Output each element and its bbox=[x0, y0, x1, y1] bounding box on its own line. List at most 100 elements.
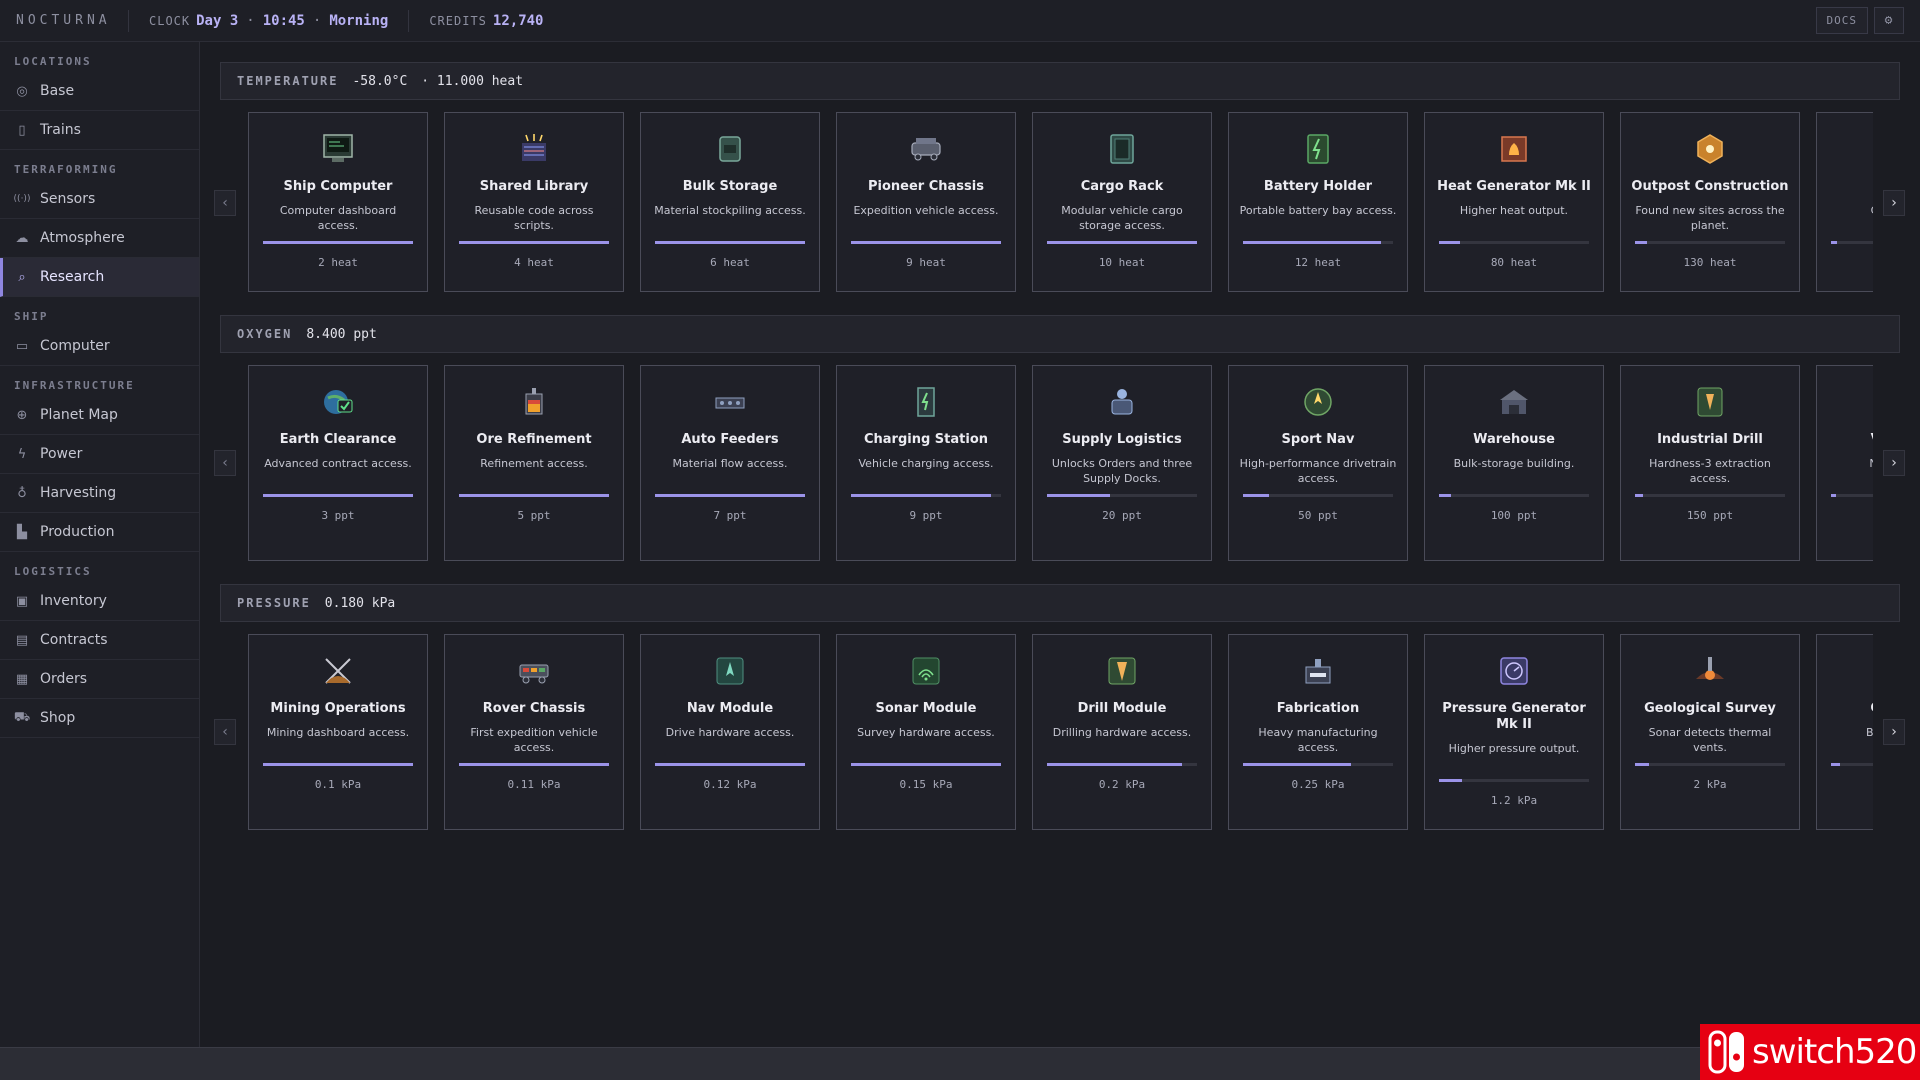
sidebar-item-base[interactable]: ◎ Base bbox=[0, 72, 199, 111]
settings-button[interactable]: ⚙ bbox=[1874, 7, 1904, 34]
card-title: Mining Operations bbox=[270, 701, 406, 716]
research-card[interactable]: Mining Operations Mining dashboard access… bbox=[248, 634, 428, 830]
sidebar-item-production[interactable]: ▙ Production bbox=[0, 513, 199, 552]
progress-bar-fill bbox=[1831, 241, 1837, 244]
research-card[interactable]: Auto Feeders Material flow access. 7 ppt bbox=[640, 365, 820, 561]
research-card[interactable]: ThermCapture stea300 bbox=[1816, 112, 1873, 292]
progress-bar bbox=[851, 494, 1001, 497]
research-card[interactable]: Industrial Drill Hardness-3 extraction ac… bbox=[1620, 365, 1800, 561]
document-icon: ▤ bbox=[15, 632, 29, 648]
box-icon: ▣ bbox=[15, 593, 29, 609]
scroll-left-button[interactable]: ‹ bbox=[214, 190, 236, 216]
sidebar-item-planet-map[interactable]: ⊕ Planet Map bbox=[0, 396, 199, 435]
scroll-right-button[interactable]: › bbox=[1883, 450, 1905, 476]
card-cost: 2 kPa bbox=[1693, 778, 1727, 791]
research-card[interactable]: Geological Survey Sonar detects thermal v… bbox=[1620, 634, 1800, 830]
research-card[interactable]: Supply Logistics Unlocks Orders and three… bbox=[1032, 365, 1212, 561]
research-card[interactable]: Charging Station Vehicle charging access.… bbox=[836, 365, 1016, 561]
research-card[interactable]: ConstructBuilds Plan Me3 bbox=[1816, 634, 1873, 830]
sidebar-item-harvesting[interactable]: ♁ Harvesting bbox=[0, 474, 199, 513]
research-card[interactable]: Cargo Rack Modular vehicle cargo storage … bbox=[1032, 112, 1212, 292]
card-description: Higher heat output. bbox=[1459, 204, 1569, 217]
sidebar-item-label: Harvesting bbox=[40, 485, 117, 501]
card-title: Industrial Drill bbox=[1657, 432, 1763, 447]
sidebar-item-contracts[interactable]: ▤ Contracts bbox=[0, 621, 199, 660]
card-description: Survey hardware access. bbox=[857, 726, 995, 739]
card-cost: 5 ppt bbox=[517, 509, 551, 522]
sidebar-item-trains[interactable]: ▯ Trains bbox=[0, 111, 199, 150]
scroll-left-button[interactable]: ‹ bbox=[214, 450, 236, 476]
temperature-row: ‹ Ship Computer Computer dashboard access… bbox=[200, 112, 1920, 294]
progress-bar bbox=[263, 494, 413, 497]
progress-bar-fill bbox=[1831, 763, 1840, 766]
docs-button[interactable]: DOCS bbox=[1815, 7, 1868, 34]
card-title: Therm bbox=[1826, 179, 1873, 195]
sidebar-section-title: LOCATIONS bbox=[14, 55, 92, 68]
progress-bar bbox=[1439, 494, 1589, 497]
progress-bar bbox=[1831, 763, 1873, 766]
sidebar-item-label: Research bbox=[40, 269, 105, 285]
research-card[interactable]: Drill Module Drilling hardware access. 0.2… bbox=[1032, 634, 1212, 830]
research-card[interactable]: Earth Clearance Advanced contract access.… bbox=[248, 365, 428, 561]
oxygen-header: OXYGEN 8.400 ppt bbox=[220, 315, 1900, 353]
nav-module-icon bbox=[710, 651, 750, 691]
temperature-value: -58.0°C bbox=[352, 73, 408, 89]
research-card[interactable]: Ore Refinement Refinement access. 5 ppt bbox=[444, 365, 624, 561]
sidebar-item-computer[interactable]: ▭ Computer bbox=[0, 327, 199, 366]
research-card[interactable]: Ship Computer Computer dashboard access. 2… bbox=[248, 112, 428, 292]
survey-icon bbox=[1690, 651, 1730, 691]
sidebar-item-orders[interactable]: ▦ Orders bbox=[0, 660, 199, 699]
clock-period: Morning bbox=[329, 12, 389, 29]
charger-icon bbox=[906, 382, 946, 422]
research-card[interactable]: Pressure Generator Mk II Higher pressure … bbox=[1424, 634, 1604, 830]
progress-bar-fill bbox=[263, 241, 413, 244]
card-cost: 50 ppt bbox=[1298, 509, 1338, 522]
research-card[interactable]: Heat Generator Mk II Higher heat output. 8… bbox=[1424, 112, 1604, 292]
sidebar-item-label: Contracts bbox=[40, 632, 108, 648]
card-cost: 80 heat bbox=[1490, 256, 1538, 269]
card-description: Builds Plan Me bbox=[1866, 726, 1873, 739]
sidebar-item-inventory[interactable]: ▣ Inventory bbox=[0, 582, 199, 621]
pressure-icon bbox=[1494, 651, 1534, 691]
research-card[interactable]: Outpost Construction Found new sites acro… bbox=[1620, 112, 1800, 292]
card-cost: 7 ppt bbox=[713, 509, 747, 522]
card-title: Verified C bbox=[1826, 432, 1873, 448]
card-title: Earth Clearance bbox=[279, 432, 397, 447]
divider bbox=[128, 9, 129, 32]
card-description: Computer dashboard access. bbox=[279, 204, 397, 232]
research-card[interactable]: Warehouse Bulk-storage building. 100 ppt bbox=[1424, 365, 1604, 561]
sidebar-item-research[interactable]: ⌕ Research bbox=[0, 258, 199, 297]
credits-value: 12,740 bbox=[492, 12, 544, 29]
scroll-left-button[interactable]: ‹ bbox=[214, 719, 236, 745]
separator-dot: · bbox=[312, 12, 322, 29]
progress-bar-fill bbox=[459, 763, 609, 766]
sidebar-section-title: SHIP bbox=[14, 310, 49, 323]
sidebar-item-power[interactable]: ϟ Power bbox=[0, 435, 199, 474]
card-description: Material stockpiling access. bbox=[654, 204, 806, 217]
research-card[interactable]: Verified CNew contract300 bbox=[1816, 365, 1873, 561]
progress-bar-fill bbox=[1439, 241, 1460, 244]
card-title: Auto Feeders bbox=[681, 432, 779, 447]
card-description: Bulk-storage building. bbox=[1453, 457, 1575, 470]
research-card[interactable]: Shared Library Reusable code across scrip… bbox=[444, 112, 624, 292]
research-card[interactable]: Rover Chassis First expedition vehicle ac… bbox=[444, 634, 624, 830]
progress-bar-fill bbox=[1047, 494, 1110, 497]
scroll-right-button[interactable]: › bbox=[1883, 190, 1905, 216]
research-card[interactable]: Nav Module Drive hardware access. 0.12 kPa bbox=[640, 634, 820, 830]
research-card[interactable]: Battery Holder Portable battery bay acces… bbox=[1228, 112, 1408, 292]
research-card[interactable]: Bulk Storage Material stockpiling access.… bbox=[640, 112, 820, 292]
oxygen-label: OXYGEN bbox=[237, 327, 293, 341]
scroll-right-button[interactable]: › bbox=[1883, 719, 1905, 745]
research-card[interactable]: Pioneer Chassis Expedition vehicle access… bbox=[836, 112, 1016, 292]
progress-bar bbox=[263, 763, 413, 766]
research-card[interactable]: Fabrication Heavy manufacturing access. 0.… bbox=[1228, 634, 1408, 830]
progress-bar-fill bbox=[1635, 241, 1647, 244]
research-card[interactable]: Sport Nav High-performance drivetrain acc… bbox=[1228, 365, 1408, 561]
card-cost: 3 ppt bbox=[321, 509, 355, 522]
research-card[interactable]: Sonar Module Survey hardware access. 0.15 … bbox=[836, 634, 1016, 830]
sidebar-item-atmosphere[interactable]: ☁ Atmosphere bbox=[0, 219, 199, 258]
sidebar-item-shop[interactable]: ⛟ Shop bbox=[0, 699, 199, 738]
sidebar-item-sensors[interactable]: ((·)) Sensors bbox=[0, 180, 199, 219]
storage-icon bbox=[710, 129, 750, 169]
progress-bar bbox=[459, 241, 609, 244]
